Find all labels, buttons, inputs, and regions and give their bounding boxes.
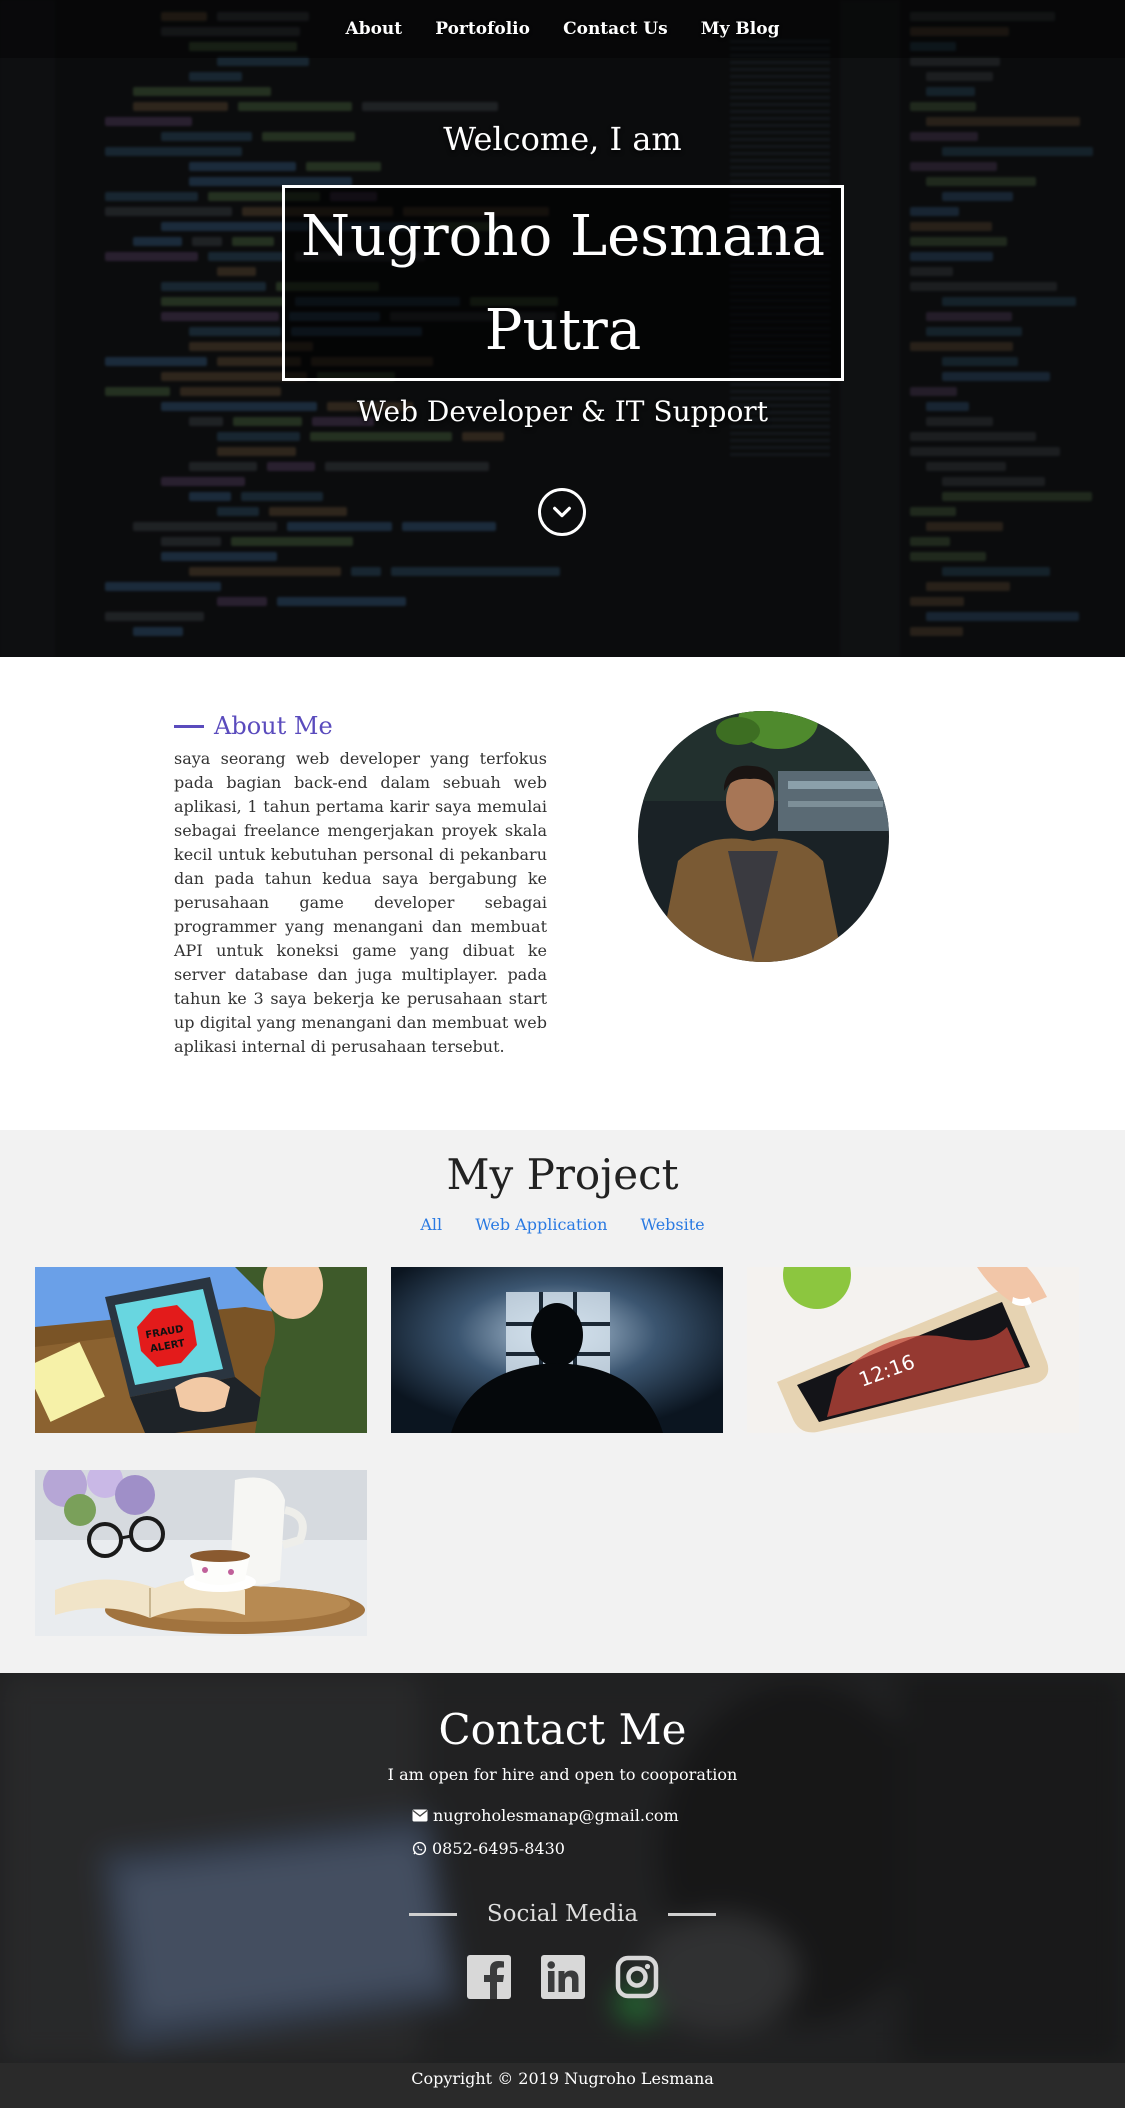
social-media-title: Social Media [486, 1901, 639, 1927]
contact-email[interactable]: nugroholesmanap@gmail.com [433, 1806, 679, 1825]
hero-role: Web Developer & IT Support [357, 395, 768, 428]
filter-website[interactable]: Website [641, 1215, 705, 1234]
project-thumb-smartphone[interactable]: 12:16 [747, 1267, 1079, 1433]
nav-my-blog[interactable]: My Blog [701, 0, 780, 58]
social-media-heading: Social Media [0, 1901, 1125, 1927]
projects-title: My Project [446, 1150, 679, 1199]
chevron-down-circle-icon[interactable] [538, 488, 586, 536]
whatsapp-icon [412, 1841, 427, 1856]
hero-header: About Portofolio Contact Us My Blog Welc… [0, 0, 1125, 657]
top-navigation: About Portofolio Contact Us My Blog [0, 0, 1125, 58]
divider-line [668, 1912, 717, 1916]
about-title: About Me [214, 712, 333, 740]
about-section: About Me saya seorang web developer yang… [0, 657, 1125, 1130]
projects-section: My Project All Web Application Website F… [0, 1130, 1125, 1673]
instagram-icon[interactable] [615, 1955, 659, 1999]
profile-photo [638, 711, 889, 962]
linkedin-icon[interactable] [540, 1955, 585, 1999]
envelope-icon [412, 1809, 428, 1822]
project-thumb-book-tea[interactable] [35, 1470, 367, 1636]
contact-phone[interactable]: 0852-6495-8430 [432, 1839, 565, 1858]
about-description: saya seorang web developer yang terfokus… [174, 749, 547, 1056]
social-links [0, 1955, 1125, 1999]
welcome-text: Welcome, I am [443, 120, 682, 158]
heading-accent-bar [174, 724, 204, 728]
footer: Copyright © 2019 Nugroho Lesmana [0, 2063, 1125, 2108]
nav-contact-us[interactable]: Contact Us [563, 0, 668, 58]
divider-line [408, 1912, 457, 1916]
project-thumb-fraud-alert[interactable]: FRAUD ALERT [35, 1267, 367, 1433]
filter-web-application[interactable]: Web Application [475, 1215, 607, 1234]
nav-about[interactable]: About [346, 0, 403, 58]
copyright-text: Copyright © 2019 Nugroho Lesmana [411, 2069, 714, 2088]
contact-section: Contact Me I am open for hire and open t… [0, 1673, 1125, 2063]
contact-lead: I am open for hire and open to cooporati… [387, 1765, 738, 1784]
contact-title: Contact Me [438, 1705, 687, 1754]
filter-all[interactable]: All [420, 1215, 442, 1234]
project-thumb-silhouette[interactable] [391, 1267, 723, 1433]
nav-portofolio[interactable]: Portofolio [435, 0, 530, 58]
hero-name: Nugroho Lesmana Putra [282, 185, 844, 381]
about-heading: About Me [174, 712, 333, 740]
contact-email-row: nugroholesmanap@gmail.com [412, 1806, 679, 1825]
project-filters: All Web Application Website [0, 1215, 1125, 1234]
facebook-icon[interactable] [466, 1955, 511, 1999]
contact-phone-row: 0852-6495-8430 [412, 1839, 565, 1858]
